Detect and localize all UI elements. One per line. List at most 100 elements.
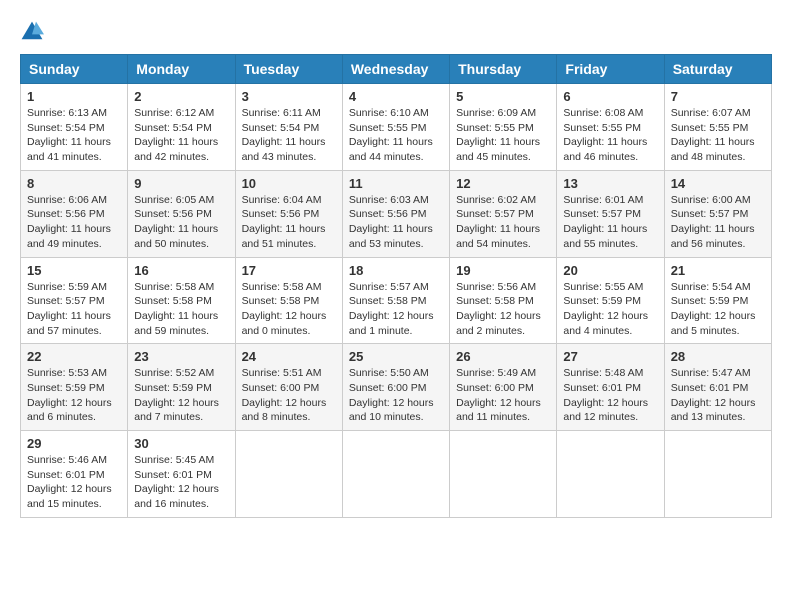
day-info: Sunrise: 5:50 AMSunset: 6:00 PMDaylight:… bbox=[349, 366, 443, 425]
calendar-day-cell: 19Sunrise: 5:56 AMSunset: 5:58 PMDayligh… bbox=[450, 257, 557, 344]
calendar-day-cell bbox=[450, 431, 557, 518]
day-info: Sunrise: 6:13 AMSunset: 5:54 PMDaylight:… bbox=[27, 106, 121, 165]
day-info: Sunrise: 6:00 AMSunset: 5:57 PMDaylight:… bbox=[671, 193, 765, 252]
day-number: 13 bbox=[563, 176, 657, 191]
calendar-week-row: 22 Sunrise: 5:53 AMSunset: 5:59 PMDayligh… bbox=[21, 344, 772, 431]
day-number: 24 bbox=[242, 349, 336, 364]
calendar-day-cell bbox=[664, 431, 771, 518]
day-number: 4 bbox=[349, 89, 443, 104]
day-info: Sunrise: 6:08 AMSunset: 5:55 PMDaylight:… bbox=[563, 106, 657, 165]
calendar-day-cell: 12 Sunrise: 6:02 AMSunset: 5:57 PMDayligh… bbox=[450, 170, 557, 257]
day-number: 6 bbox=[563, 89, 657, 104]
weekday-header: Sunday bbox=[21, 55, 128, 84]
day-info: Sunrise: 5:51 AMSunset: 6:00 PMDaylight:… bbox=[242, 366, 336, 425]
day-info: Sunrise: 5:58 AMSunset: 5:58 PMDaylight:… bbox=[242, 280, 336, 339]
calendar-day-cell: 16 Sunrise: 5:58 AMSunset: 5:58 PMDayligh… bbox=[128, 257, 235, 344]
calendar-day-cell: 5 Sunrise: 6:09 AMSunset: 5:55 PMDaylight… bbox=[450, 84, 557, 171]
calendar-day-cell: 22 Sunrise: 5:53 AMSunset: 5:59 PMDayligh… bbox=[21, 344, 128, 431]
day-info: Sunrise: 6:12 AMSunset: 5:54 PMDaylight:… bbox=[134, 106, 228, 165]
calendar-day-cell: 8 Sunrise: 6:06 AMSunset: 5:56 PMDaylight… bbox=[21, 170, 128, 257]
day-info: Sunrise: 6:02 AMSunset: 5:57 PMDaylight:… bbox=[456, 193, 550, 252]
day-info: Sunrise: 6:07 AMSunset: 5:55 PMDaylight:… bbox=[671, 106, 765, 165]
calendar-week-row: 1 Sunrise: 6:13 AMSunset: 5:54 PMDaylight… bbox=[21, 84, 772, 171]
calendar-day-cell: 9 Sunrise: 6:05 AMSunset: 5:56 PMDaylight… bbox=[128, 170, 235, 257]
calendar-day-cell: 30Sunrise: 5:45 AMSunset: 6:01 PMDayligh… bbox=[128, 431, 235, 518]
day-info: Sunrise: 5:59 AMSunset: 5:57 PMDaylight:… bbox=[27, 280, 121, 339]
calendar-day-cell bbox=[342, 431, 449, 518]
day-number: 20 bbox=[563, 263, 657, 278]
day-number: 7 bbox=[671, 89, 765, 104]
calendar-day-cell: 28Sunrise: 5:47 AMSunset: 6:01 PMDayligh… bbox=[664, 344, 771, 431]
day-number: 26 bbox=[456, 349, 550, 364]
day-info: Sunrise: 5:49 AMSunset: 6:00 PMDaylight:… bbox=[456, 366, 550, 425]
calendar-day-cell: 3 Sunrise: 6:11 AMSunset: 5:54 PMDaylight… bbox=[235, 84, 342, 171]
weekday-header-row: SundayMondayTuesdayWednesdayThursdayFrid… bbox=[21, 55, 772, 84]
day-info: Sunrise: 6:06 AMSunset: 5:56 PMDaylight:… bbox=[27, 193, 121, 252]
weekday-header: Wednesday bbox=[342, 55, 449, 84]
weekday-header: Tuesday bbox=[235, 55, 342, 84]
weekday-header: Monday bbox=[128, 55, 235, 84]
day-number: 14 bbox=[671, 176, 765, 191]
calendar-day-cell: 1 Sunrise: 6:13 AMSunset: 5:54 PMDaylight… bbox=[21, 84, 128, 171]
calendar-day-cell: 26 Sunrise: 5:49 AMSunset: 6:00 PMDayligh… bbox=[450, 344, 557, 431]
day-number: 22 bbox=[27, 349, 121, 364]
day-number: 1 bbox=[27, 89, 121, 104]
calendar-week-row: 29 Sunrise: 5:46 AMSunset: 6:01 PMDayligh… bbox=[21, 431, 772, 518]
calendar-day-cell: 15 Sunrise: 5:59 AMSunset: 5:57 PMDayligh… bbox=[21, 257, 128, 344]
day-info: Sunrise: 5:55 AMSunset: 5:59 PMDaylight:… bbox=[563, 280, 657, 339]
day-info: Sunrise: 6:04 AMSunset: 5:56 PMDaylight:… bbox=[242, 193, 336, 252]
day-number: 9 bbox=[134, 176, 228, 191]
calendar-day-cell: 17 Sunrise: 5:58 AMSunset: 5:58 PMDayligh… bbox=[235, 257, 342, 344]
calendar-day-cell bbox=[557, 431, 664, 518]
day-info: Sunrise: 5:45 AMSunset: 6:01 PMDaylight:… bbox=[134, 453, 228, 512]
weekday-header: Saturday bbox=[664, 55, 771, 84]
day-number: 5 bbox=[456, 89, 550, 104]
weekday-header: Thursday bbox=[450, 55, 557, 84]
calendar-day-cell: 10Sunrise: 6:04 AMSunset: 5:56 PMDayligh… bbox=[235, 170, 342, 257]
day-info: Sunrise: 5:56 AMSunset: 5:58 PMDaylight:… bbox=[456, 280, 550, 339]
day-info: Sunrise: 5:46 AMSunset: 6:01 PMDaylight:… bbox=[27, 453, 121, 512]
calendar-day-cell: 2 Sunrise: 6:12 AMSunset: 5:54 PMDaylight… bbox=[128, 84, 235, 171]
day-info: Sunrise: 6:11 AMSunset: 5:54 PMDaylight:… bbox=[242, 106, 336, 165]
day-info: Sunrise: 5:58 AMSunset: 5:58 PMDaylight:… bbox=[134, 280, 228, 339]
day-number: 12 bbox=[456, 176, 550, 191]
day-number: 3 bbox=[242, 89, 336, 104]
calendar-day-cell: 21 Sunrise: 5:54 AMSunset: 5:59 PMDayligh… bbox=[664, 257, 771, 344]
day-number: 23 bbox=[134, 349, 228, 364]
calendar-day-cell: 4 Sunrise: 6:10 AMSunset: 5:55 PMDaylight… bbox=[342, 84, 449, 171]
day-number: 21 bbox=[671, 263, 765, 278]
day-info: Sunrise: 5:54 AMSunset: 5:59 PMDaylight:… bbox=[671, 280, 765, 339]
weekday-header: Friday bbox=[557, 55, 664, 84]
day-info: Sunrise: 6:10 AMSunset: 5:55 PMDaylight:… bbox=[349, 106, 443, 165]
calendar-table: SundayMondayTuesdayWednesdayThursdayFrid… bbox=[20, 54, 772, 518]
calendar-week-row: 8 Sunrise: 6:06 AMSunset: 5:56 PMDaylight… bbox=[21, 170, 772, 257]
day-number: 15 bbox=[27, 263, 121, 278]
day-number: 28 bbox=[671, 349, 765, 364]
day-info: Sunrise: 5:53 AMSunset: 5:59 PMDaylight:… bbox=[27, 366, 121, 425]
calendar-day-cell: 27Sunrise: 5:48 AMSunset: 6:01 PMDayligh… bbox=[557, 344, 664, 431]
day-number: 18 bbox=[349, 263, 443, 278]
calendar-day-cell: 18 Sunrise: 5:57 AMSunset: 5:58 PMDayligh… bbox=[342, 257, 449, 344]
calendar-day-cell: 7 Sunrise: 6:07 AMSunset: 5:55 PMDaylight… bbox=[664, 84, 771, 171]
calendar-day-cell bbox=[235, 431, 342, 518]
calendar-day-cell: 25 Sunrise: 5:50 AMSunset: 6:00 PMDayligh… bbox=[342, 344, 449, 431]
day-info: Sunrise: 5:52 AMSunset: 5:59 PMDaylight:… bbox=[134, 366, 228, 425]
day-info: Sunrise: 5:57 AMSunset: 5:58 PMDaylight:… bbox=[349, 280, 443, 339]
calendar-day-cell: 11 Sunrise: 6:03 AMSunset: 5:56 PMDayligh… bbox=[342, 170, 449, 257]
calendar-week-row: 15 Sunrise: 5:59 AMSunset: 5:57 PMDayligh… bbox=[21, 257, 772, 344]
day-number: 17 bbox=[242, 263, 336, 278]
day-number: 27 bbox=[563, 349, 657, 364]
day-number: 8 bbox=[27, 176, 121, 191]
day-number: 16 bbox=[134, 263, 228, 278]
calendar-day-cell: 13Sunrise: 6:01 AMSunset: 5:57 PMDayligh… bbox=[557, 170, 664, 257]
day-number: 25 bbox=[349, 349, 443, 364]
calendar-day-cell: 23 Sunrise: 5:52 AMSunset: 5:59 PMDayligh… bbox=[128, 344, 235, 431]
day-number: 11 bbox=[349, 176, 443, 191]
logo bbox=[20, 20, 48, 44]
day-number: 2 bbox=[134, 89, 228, 104]
day-info: Sunrise: 6:05 AMSunset: 5:56 PMDaylight:… bbox=[134, 193, 228, 252]
day-info: Sunrise: 6:09 AMSunset: 5:55 PMDaylight:… bbox=[456, 106, 550, 165]
day-info: Sunrise: 6:03 AMSunset: 5:56 PMDaylight:… bbox=[349, 193, 443, 252]
calendar-day-cell: 24 Sunrise: 5:51 AMSunset: 6:00 PMDayligh… bbox=[235, 344, 342, 431]
day-number: 29 bbox=[27, 436, 121, 451]
